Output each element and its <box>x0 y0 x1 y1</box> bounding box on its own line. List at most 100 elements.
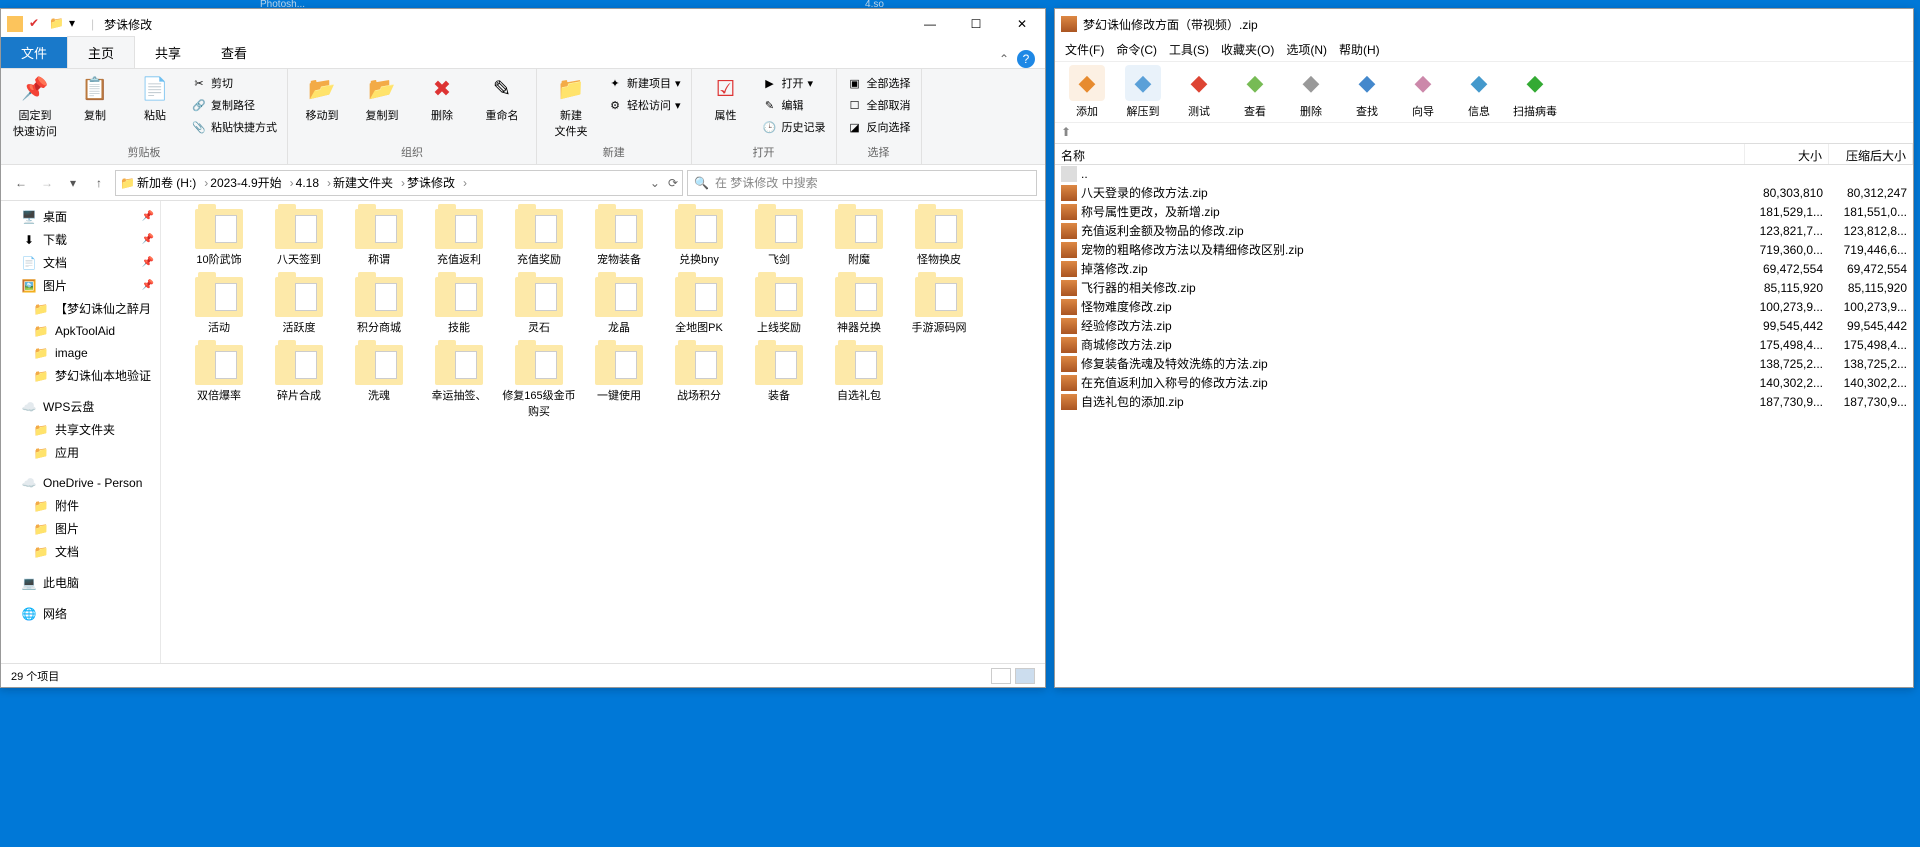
rename-button[interactable]: ✎重命名 <box>474 71 530 123</box>
folder-item[interactable]: 宠物装备 <box>581 209 657 267</box>
tool-添加[interactable]: ◆添加 <box>1063 65 1111 119</box>
nav-item[interactable]: ☁️WPS云盘 <box>1 395 160 418</box>
menu-item[interactable]: 命令(C) <box>1112 39 1161 61</box>
menu-item[interactable]: 工具(S) <box>1165 39 1213 61</box>
list-item[interactable]: 飞行器的相关修改.zip85,115,92085,115,920 <box>1055 278 1913 297</box>
folder-item[interactable]: 幸运抽签、 <box>421 345 497 419</box>
help-icon[interactable]: ? <box>1017 50 1035 68</box>
folder-item[interactable]: 八天签到 <box>261 209 337 267</box>
col-name[interactable]: 名称 <box>1055 144 1745 164</box>
cut-button[interactable]: ✂剪切 <box>187 73 281 93</box>
folder-item[interactable]: 充值返利 <box>421 209 497 267</box>
folder-item[interactable]: 全地图PK <box>661 277 737 335</box>
open-button[interactable]: ▶打开▾ <box>758 73 830 93</box>
folder-item[interactable]: 修复165级金币购买 <box>501 345 577 419</box>
folder-item[interactable]: 神器兑换 <box>821 277 897 335</box>
list-item[interactable]: 在充值返利加入称号的修改方法.zip140,302,2...140,302,2.… <box>1055 373 1913 392</box>
history-button[interactable]: 🕒历史记录 <box>758 117 830 137</box>
nav-item[interactable]: 🖥️桌面📌 <box>1 205 160 228</box>
folder-item[interactable]: 积分商城 <box>341 277 417 335</box>
list-item[interactable]: 怪物难度修改.zip100,273,9...100,273,9... <box>1055 297 1913 316</box>
pin-quickaccess-button[interactable]: 📌固定到 快速访问 <box>7 71 63 139</box>
tab-file[interactable]: 文件 <box>1 37 67 68</box>
folder-item[interactable]: 一键使用 <box>581 345 657 419</box>
list-item[interactable]: 宠物的粗略修改方法以及精细修改区别.zip719,360,0...719,446… <box>1055 240 1913 259</box>
easyaccess-button[interactable]: ⚙轻松访问▾ <box>603 95 685 115</box>
search-input[interactable]: 🔍 在 梦诛修改 中搜索 <box>687 170 1037 196</box>
tool-向导[interactable]: ◆向导 <box>1399 65 1447 119</box>
nav-item[interactable]: ⬇下载📌 <box>1 228 160 251</box>
selectnone-button[interactable]: ☐全部取消 <box>843 95 915 115</box>
up-icon[interactable]: ⬆ <box>1061 125 1077 141</box>
tool-测试[interactable]: ◆测试 <box>1175 65 1223 119</box>
up-button[interactable]: ↑ <box>87 171 111 195</box>
delete-button[interactable]: ✖删除 <box>414 71 470 123</box>
folder-item[interactable]: 手游源码网 <box>901 277 977 335</box>
folder-item[interactable]: 灵石 <box>501 277 577 335</box>
copyto-button[interactable]: 📂复制到 <box>354 71 410 123</box>
winrar-titlebar[interactable]: 梦幻诛仙修改方面（带视频）.zip <box>1055 9 1913 39</box>
tool-删除[interactable]: ◆删除 <box>1287 65 1335 119</box>
nav-item[interactable]: 🌐网络 <box>1 602 160 625</box>
qat-folder-icon[interactable]: 📁 <box>49 16 65 32</box>
back-button[interactable]: ← <box>9 171 33 195</box>
maximize-button[interactable]: ☐ <box>953 9 999 39</box>
properties-button[interactable]: ☑属性 <box>698 71 754 123</box>
list-item[interactable]: 八天登录的修改方法.zip80,303,81080,312,247 <box>1055 183 1913 202</box>
folder-item[interactable]: 碎片合成 <box>261 345 337 419</box>
paste-button[interactable]: 📄粘贴 <box>127 71 183 123</box>
breadcrumb[interactable]: 📁 新加卷 (H:) 2023-4.9开始 4.18 新建文件夹 梦诛修改 ⌄⟳ <box>115 170 683 196</box>
tool-解压到[interactable]: ◆解压到 <box>1119 65 1167 119</box>
edit-button[interactable]: ✎编辑 <box>758 95 830 115</box>
menu-item[interactable]: 文件(F) <box>1061 39 1108 61</box>
folder-item[interactable]: 称谓 <box>341 209 417 267</box>
col-packed[interactable]: 压缩后大小 <box>1829 144 1913 164</box>
folder-item[interactable]: 装备 <box>741 345 817 419</box>
menu-item[interactable]: 选项(N) <box>1282 39 1331 61</box>
explorer-titlebar[interactable]: ✔ 📁 ▾ | 梦诛修改 — ☐ ✕ <box>1 9 1045 39</box>
folder-item[interactable]: 上线奖励 <box>741 277 817 335</box>
tool-信息[interactable]: ◆信息 <box>1455 65 1503 119</box>
tool-查找[interactable]: ◆查找 <box>1343 65 1391 119</box>
folder-item[interactable]: 活动 <box>181 277 257 335</box>
forward-button[interactable]: → <box>35 171 59 195</box>
nav-item[interactable]: 📁ApkToolAid <box>1 320 160 342</box>
list-item[interactable]: 自选礼包的添加.zip187,730,9...187,730,9... <box>1055 392 1913 411</box>
tab-view[interactable]: 查看 <box>201 37 267 68</box>
nav-item[interactable]: 📁应用 <box>1 441 160 464</box>
selectall-button[interactable]: ▣全部选择 <box>843 73 915 93</box>
folder-item[interactable]: 飞剑 <box>741 209 817 267</box>
nav-item[interactable]: 📁image <box>1 342 160 364</box>
menu-item[interactable]: 帮助(H) <box>1335 39 1384 61</box>
nav-item[interactable]: 📁文档 <box>1 540 160 563</box>
collapse-ribbon-icon[interactable]: ⌃ <box>999 52 1009 66</box>
folder-item[interactable]: 技能 <box>421 277 497 335</box>
list-item-up[interactable]: .. <box>1055 165 1913 183</box>
list-item[interactable]: 称号属性更改，及新增.zip181,529,1...181,551,0... <box>1055 202 1913 221</box>
tab-home[interactable]: 主页 <box>67 36 135 68</box>
folder-item[interactable]: 活跃度 <box>261 277 337 335</box>
nav-item[interactable]: 📁共享文件夹 <box>1 418 160 441</box>
list-item[interactable]: 经验修改方法.zip99,545,44299,545,442 <box>1055 316 1913 335</box>
folder-item[interactable]: 洗魂 <box>341 345 417 419</box>
dropdown-icon[interactable]: ⌄ <box>650 176 660 190</box>
tool-扫描病毒[interactable]: ◆扫描病毒 <box>1511 65 1559 119</box>
moveto-button[interactable]: 📂移动到 <box>294 71 350 123</box>
close-button[interactable]: ✕ <box>999 9 1045 39</box>
nav-item[interactable]: ☁️OneDrive - Person <box>1 472 160 494</box>
recent-button[interactable]: ▾ <box>61 171 85 195</box>
folder-item[interactable]: 10阶武饰 <box>181 209 257 267</box>
qat-dropdown-icon[interactable]: ▾ <box>69 16 85 32</box>
winrar-path[interactable]: ⬆ <box>1055 123 1913 143</box>
folder-item[interactable]: 怪物换皮 <box>901 209 977 267</box>
nav-item[interactable]: 📁图片 <box>1 517 160 540</box>
folder-item[interactable]: 双倍爆率 <box>181 345 257 419</box>
newitem-button[interactable]: ✦新建项目▾ <box>603 73 685 93</box>
folder-item[interactable]: 充值奖励 <box>501 209 577 267</box>
pasteshortcut-button[interactable]: 📎粘贴快捷方式 <box>187 117 281 137</box>
list-item[interactable]: 掉落修改.zip69,472,55469,472,554 <box>1055 259 1913 278</box>
view-details-icon[interactable] <box>991 668 1011 684</box>
tab-share[interactable]: 共享 <box>135 37 201 68</box>
view-large-icon[interactable] <box>1015 668 1035 684</box>
qat-checkmark-icon[interactable]: ✔ <box>29 16 45 32</box>
